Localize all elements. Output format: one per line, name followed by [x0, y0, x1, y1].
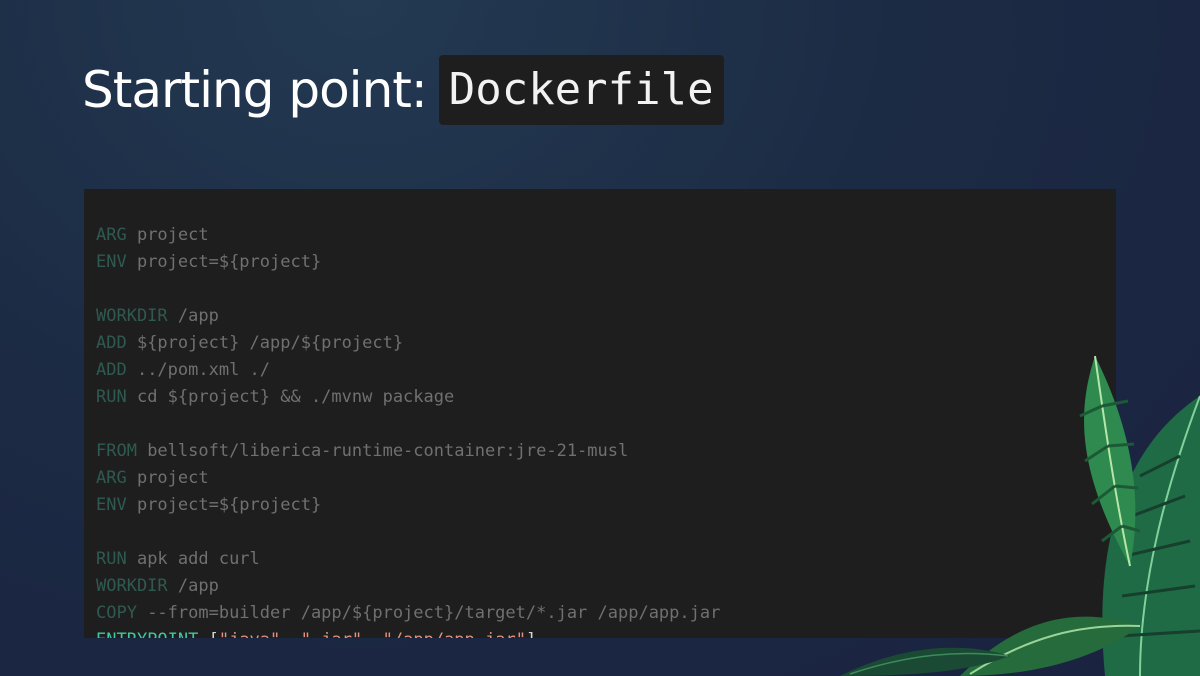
code-line: ENV project=${project} [96, 492, 720, 519]
code-keyword: WORKDIR [96, 576, 168, 596]
code-text: project=${project} [126, 252, 322, 272]
code-text: ${project} /app/${project} [126, 333, 404, 353]
code-keyword: ARG [96, 225, 127, 245]
slide-title-code: Dockerfile [438, 55, 724, 125]
code-text: apk add curl [126, 549, 260, 569]
code-text: /app [167, 576, 219, 596]
code-text: project [126, 468, 209, 488]
slide-title-row: Starting point: Dockerfile [82, 55, 724, 125]
code-text: /app [167, 306, 219, 326]
code-punctuation: ] [526, 630, 536, 638]
code-keyword: RUN [96, 387, 127, 407]
code-text: project [126, 225, 209, 245]
code-fade-top [84, 189, 1116, 199]
leaf-mid [1079, 356, 1141, 567]
code-line: ADD ${project} /app/${project} [96, 330, 720, 357]
code-keyword: FROM [96, 441, 137, 461]
code-string: "/app/app.jar" [383, 630, 526, 638]
code-punctuation: [ [198, 630, 219, 638]
code-string: "java" [219, 630, 280, 638]
code-keyword: ARG [96, 468, 127, 488]
code-keyword: RUN [96, 549, 127, 569]
code-lines: ARG project ENV project=${project} WORKDIR… [96, 195, 720, 638]
code-punctuation: , [362, 630, 382, 638]
code-line: FROM bellsoft/liberica-runtime-container… [96, 438, 720, 465]
code-keyword: WORKDIR [96, 306, 168, 326]
code-string: "-jar" [301, 630, 362, 638]
code-line: ENV project=${project} [96, 249, 720, 276]
code-line: RUN apk add curl [96, 546, 720, 573]
code-text: project=${project} [126, 495, 322, 515]
slide-title: Starting point: [82, 61, 428, 119]
code-keyword: ADD [96, 360, 127, 380]
code-text: bellsoft/liberica-runtime-container:jre-… [136, 441, 629, 461]
code-text: cd ${project} && ./mvnw package [126, 387, 455, 407]
tropical-leaves-icon [840, 356, 1200, 676]
code-line: ADD ../pom.xml ./ [96, 357, 720, 384]
code-line: ARG project [96, 222, 720, 249]
code-line: WORKDIR /app [96, 303, 720, 330]
code-line-entrypoint: ENTRYPOINT ["java", "-jar", "/app/app.ja… [96, 627, 720, 638]
code-punctuation: , [280, 630, 300, 638]
code-text: ../pom.xml ./ [126, 360, 271, 380]
code-keyword: ENV [96, 495, 127, 515]
code-keyword: ENTRYPOINT [96, 630, 198, 638]
code-keyword: COPY [96, 603, 137, 623]
code-keyword: ENV [96, 252, 127, 272]
code-text: --from=builder /app/${project}/target/*.… [136, 603, 721, 623]
code-line: COPY --from=builder /app/${project}/targ… [96, 600, 720, 627]
code-keyword: ADD [96, 333, 127, 353]
code-line: WORKDIR /app [96, 573, 720, 600]
code-line: ARG project [96, 465, 720, 492]
code-line: RUN cd ${project} && ./mvnw package [96, 384, 720, 411]
